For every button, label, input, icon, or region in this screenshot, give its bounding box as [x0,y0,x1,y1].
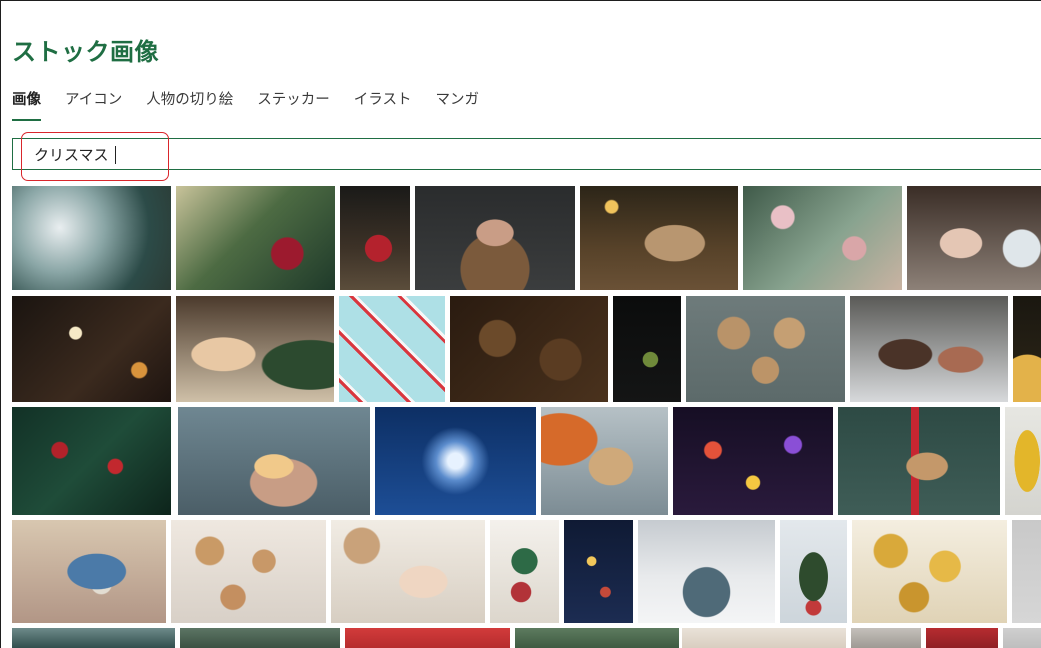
tab-illustrations[interactable]: イラスト [354,89,412,121]
page-title: ストック画像 [12,38,159,66]
bottom-row-photo-5[interactable] [682,628,846,648]
tab-icons[interactable]: アイコン [65,89,122,121]
man-carrying-presents-photo[interactable] [850,296,1008,402]
kids-decorating-tree-photo[interactable] [176,296,334,402]
bottom-row-photo-2[interactable] [180,628,340,648]
red-gift-box-lights-photo[interactable] [340,186,410,290]
wrapped-gifts-flatlay-photo[interactable] [686,296,845,402]
yellow-sweater-photo[interactable] [1005,407,1041,515]
hands-fairy-lights-photo[interactable] [178,407,370,515]
snowflake-blue-photo[interactable] [375,407,536,515]
bottom-row-photo-3[interactable] [345,628,510,648]
colorful-bokeh-photo[interactable] [673,407,833,515]
search-input[interactable] [34,145,434,163]
paper-ornaments-photo[interactable] [490,520,559,623]
hanging-mistletoe-photo[interactable] [613,296,681,402]
lit-tree-night-photo[interactable] [564,520,633,623]
woman-novelty-glasses-photo[interactable] [415,186,575,290]
hands-gift-sweater-photo[interactable] [541,407,668,515]
text-cursor [115,146,116,164]
tab-stickers[interactable]: ステッカー [257,89,330,121]
golden-bokeh-photo[interactable] [1013,296,1041,402]
gold-baubles-pile-photo[interactable] [852,520,1007,623]
bottom-row-photo-8[interactable] [1003,628,1041,648]
truck-snow-tree-photo[interactable] [638,520,775,623]
woman-holding-gift-photo[interactable] [12,520,166,623]
advent-calendar-boxes-photo[interactable] [331,520,485,623]
ornaments-pinecones-photo[interactable] [12,186,171,290]
tab-manga[interactable]: マンガ [436,89,480,121]
bottom-row-photo-7[interactable] [926,628,998,648]
red-bauble-branch-photo[interactable] [176,186,335,290]
outdoor-tree-snow-photo[interactable] [780,520,847,623]
pinecones-closeup-photo[interactable] [450,296,608,402]
tab-cutout-people[interactable]: 人物の切り絵 [146,89,233,121]
bottom-row-photo-4[interactable] [515,628,679,648]
bottom-row-photo-6[interactable] [851,628,921,648]
search-box[interactable] [12,138,1041,170]
sparkler-photo[interactable] [12,296,171,402]
bottom-row-photo-1[interactable] [12,628,175,648]
gray-tile-photo[interactable] [1012,520,1041,623]
kraft-gift-on-table-photo[interactable] [580,186,738,290]
holly-berries-photo[interactable] [12,407,171,515]
candy-canes-pattern-photo[interactable] [339,296,445,402]
category-tabs: 画像 アイコン 人物の切り絵 ステッカー イラスト マンガ [12,89,503,123]
woman-snow-globe-photo[interactable] [907,186,1041,290]
tab-images[interactable]: 画像 [12,89,41,121]
stock-images-panel: ストック画像 画像 アイコン 人物の切り絵 ステッカー イラスト マンガ [0,0,1041,648]
decorated-tree-closeup-photo[interactable] [743,186,902,290]
advent-calendar-bags-photo[interactable] [171,520,326,623]
gift-red-ribbon-photo[interactable] [838,407,1000,515]
